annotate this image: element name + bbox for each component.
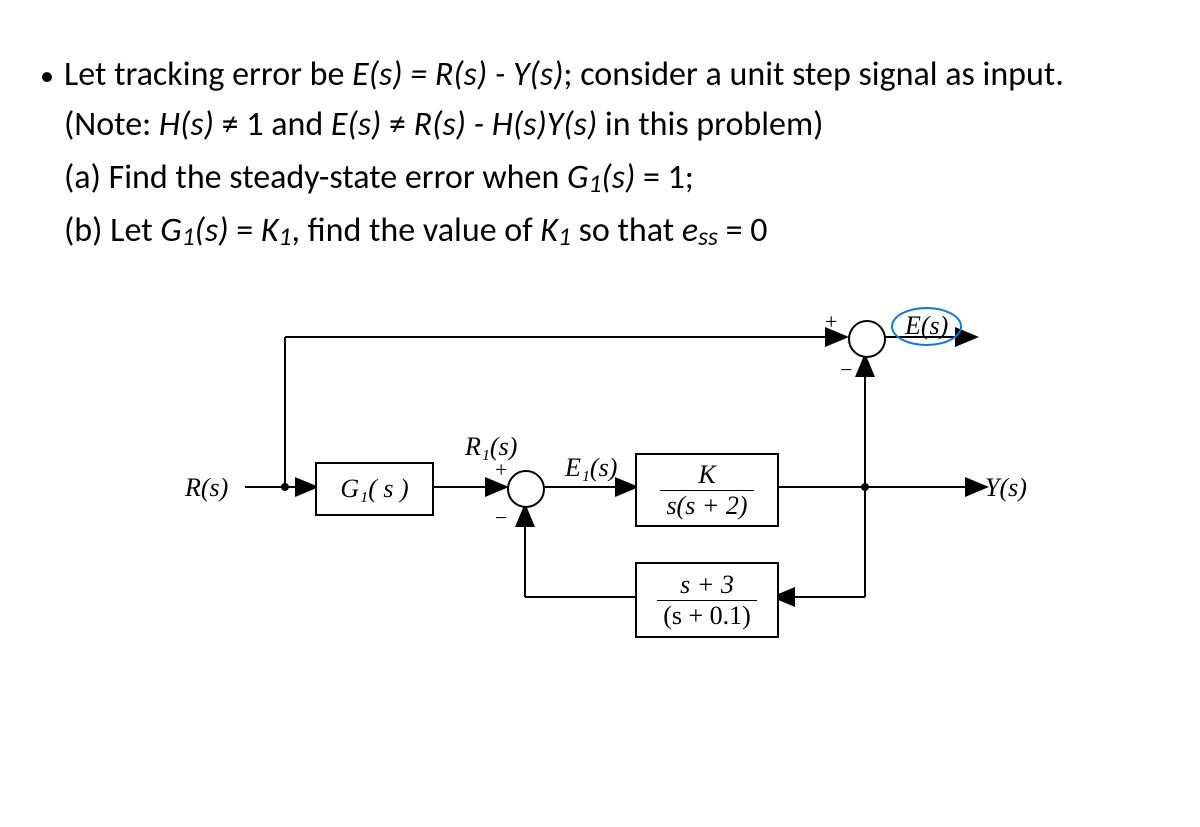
block-diagram: R(s) R₁(s) E₁(s) Y(s) E(s) G₁( s ) K s(s… <box>185 287 1035 667</box>
y-out-label: Y(s) <box>985 473 1027 503</box>
pb-mid2: , find the value of <box>291 210 540 251</box>
slide-content: • Let tracking error be E(s) = R(s) - Y(… <box>0 0 1200 687</box>
feedback-fraction: s + 3 (s + 0.1) <box>657 570 757 631</box>
pa-eq: = 1; <box>635 157 694 198</box>
plant-num: K <box>660 460 753 490</box>
note-es: E(s) <box>331 104 381 145</box>
pa-sub: 1 <box>588 168 601 199</box>
text-tail: ; consider a unit step signal as input. <box>563 54 1063 95</box>
note-line: (Note: H(s) ≠ 1 and E(s) ≠ R(s) - H(s)Y(… <box>64 99 1180 152</box>
plant-den: s(s + 2) <box>660 490 753 521</box>
pb-end: = 0 <box>718 210 768 251</box>
note-neq1: ≠ 1 and <box>214 104 331 145</box>
pb-ess-sub: ss <box>698 221 718 252</box>
pb-sub3: 1 <box>558 221 571 252</box>
g1-block: G₁( s ) <box>315 462 434 516</box>
pb-paren: (s) <box>195 210 229 251</box>
pb-mid3: so that <box>571 210 682 251</box>
pb-sub1: 1 <box>182 221 195 252</box>
pb-k: K <box>261 210 279 251</box>
bullet-text: Let tracking error be E(s) = R(s) - Y(s)… <box>64 50 1180 99</box>
note-suffix: in this problem) <box>597 104 823 145</box>
note-rhs: R(s) - H(s)Y(s) <box>414 104 598 145</box>
pa-g: G <box>567 157 588 198</box>
r1-label: R₁(s) <box>465 432 517 462</box>
e1-label: E₁(s) <box>565 453 617 483</box>
pb-sub2: 1 <box>279 221 292 252</box>
bullet-dot: • <box>40 50 64 99</box>
part-a-line: (a) Find the steady-state error when G1(… <box>64 152 1180 205</box>
pb-k2: K <box>540 210 558 251</box>
pb-ess: e <box>682 210 698 251</box>
plant-fraction: K s(s + 2) <box>660 460 753 521</box>
note-neq2: ≠ <box>381 104 413 145</box>
pb-mid: = <box>229 210 261 251</box>
pb-g: G <box>160 210 181 251</box>
sum2-plus: + <box>825 309 837 335</box>
feedback-block: s + 3 (s + 0.1) <box>635 562 779 638</box>
note-hs: H(s) <box>159 104 214 145</box>
plant-block: K s(s + 2) <box>635 453 779 527</box>
pa-paren: (s) <box>601 157 635 198</box>
pb-prefix: (b) Let <box>64 210 160 251</box>
sum1-minus: − <box>495 505 507 531</box>
fb-num: s + 3 <box>657 570 757 600</box>
note-prefix: (Note: <box>64 104 159 145</box>
bullet-item: • Let tracking error be E(s) = R(s) - Y(… <box>40 50 1180 99</box>
sum2-minus: − <box>840 357 852 383</box>
part-b-line: (b) Let G1(s) = K1, find the value of K1… <box>64 205 1180 258</box>
r-in-label: R(s) <box>185 473 228 503</box>
e-out-oval: E(s) <box>891 307 962 346</box>
sum1-plus: + <box>495 457 507 483</box>
text-let: Let tracking error be <box>64 54 352 95</box>
equation-error: E(s) = R(s) - Y(s) <box>352 54 563 95</box>
fb-den: (s + 0.1) <box>657 600 757 631</box>
e-out-label: E(s) <box>891 311 962 341</box>
pa-prefix: (a) Find the steady-state error when <box>64 157 567 198</box>
